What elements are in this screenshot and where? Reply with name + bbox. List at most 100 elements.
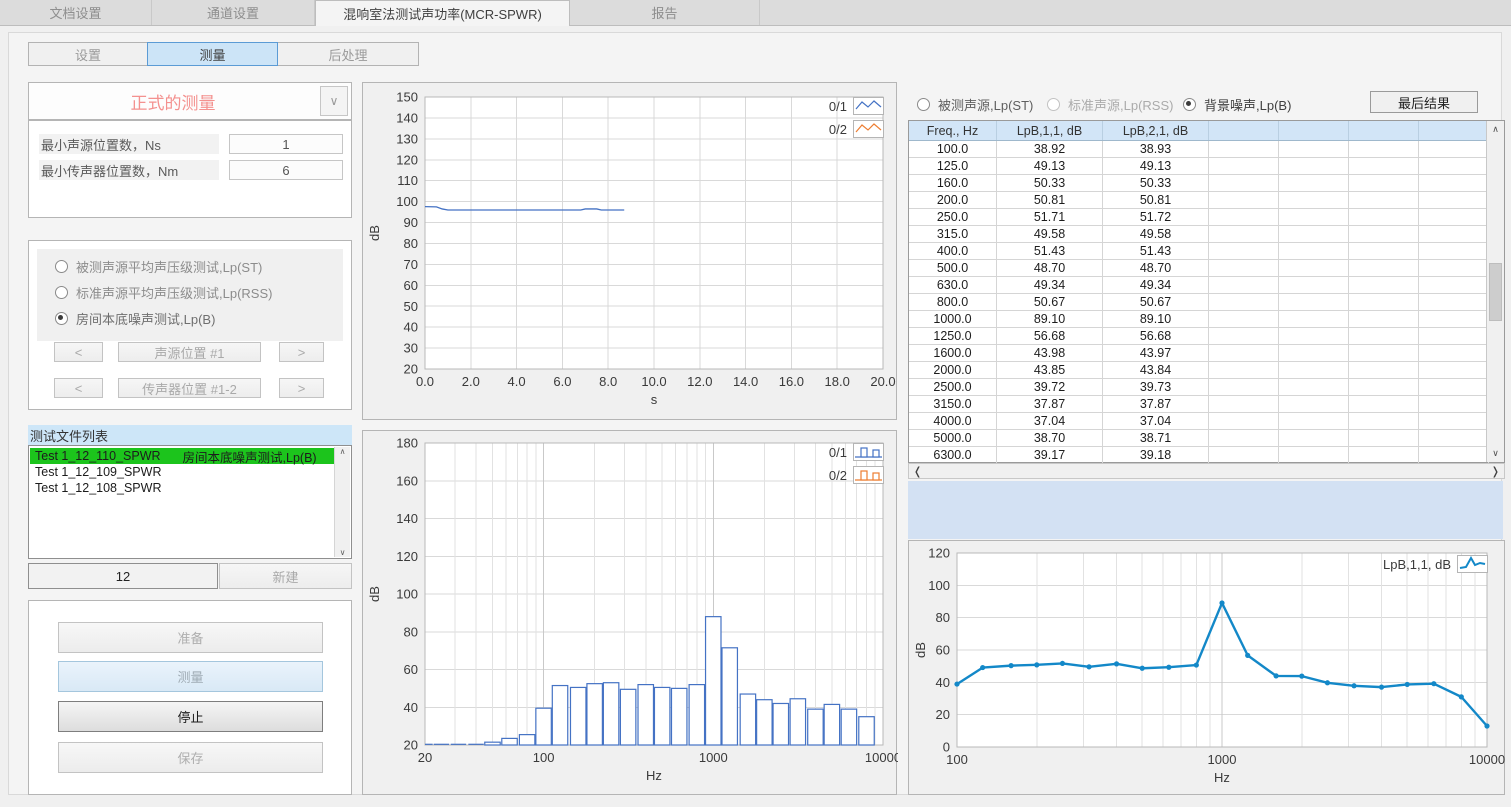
prepare-button[interactable]: 准备 [58,622,323,653]
scroll-left-icon[interactable]: ❬ [913,465,922,478]
min-source-positions-field[interactable]: 1 [229,134,343,154]
file-list-scrollbar[interactable]: ∧ ∨ [334,447,350,557]
source-position-button[interactable]: 声源位置 #1 [118,342,261,362]
min-positions-group: 最小声源位置数，Ns 1 最小传声器位置数，Nm 6 [28,120,352,218]
scroll-down-icon[interactable]: ∨ [1492,448,1499,462]
scroll-up-icon[interactable]: ∧ [340,447,346,456]
svg-text:130: 130 [396,131,418,146]
mic-prev-button[interactable]: < [54,378,103,398]
source-prev-button[interactable]: < [54,342,103,362]
tab-mcr-spwr[interactable]: 混响室法测试声功率(MCR-SPWR) [315,0,570,26]
table-cell: 800.0 [909,294,997,311]
min-mic-positions-label: 最小传声器位置数，Nm [39,160,219,180]
list-item[interactable]: Test 1_12_109_SPWR [30,464,334,480]
stop-button[interactable]: 停止 [58,701,323,732]
table-row[interactable]: 800.050.6750.67 [909,294,1489,311]
tab-channel-settings[interactable]: 通道设置 [152,0,315,25]
radio-circle-icon [1183,98,1196,111]
svg-text:2.0: 2.0 [462,374,480,389]
table-row[interactable]: 1600.043.9843.97 [909,345,1489,362]
table-cell [1349,260,1419,277]
table-row[interactable]: 4000.037.0437.04 [909,413,1489,430]
svg-text:140: 140 [396,511,418,526]
table-cell [1279,430,1349,447]
table-row[interactable]: 2000.043.8543.84 [909,362,1489,379]
table-cell [1209,209,1279,226]
result-radio-lp-b[interactable]: 背景噪声,Lp(B) [1183,95,1291,114]
table-row[interactable]: 400.051.4351.43 [909,243,1489,260]
table-horizontal-scrollbar[interactable]: ❬ ❭ [908,463,1505,479]
duration-field[interactable]: 12 [28,563,218,589]
subtab-postprocess[interactable]: 后处理 [277,42,419,66]
min-mic-positions-field[interactable]: 6 [229,160,343,180]
table-cell [1279,345,1349,362]
save-button[interactable]: 保存 [58,742,323,773]
table-row[interactable]: 3150.037.8737.87 [909,396,1489,413]
measure-button[interactable]: 测量 [58,661,323,692]
measurement-mode-dropdown[interactable]: 正式的测量 ∨ [28,82,352,120]
table-cell [1419,430,1489,447]
table-row[interactable]: 100.038.9238.93 [909,141,1489,158]
subtab-settings[interactable]: 设置 [28,42,148,66]
scrollbar-thumb[interactable] [1489,263,1502,321]
table-cell [1209,430,1279,447]
table-cell: 39.73 [1103,379,1209,396]
table-cell: 56.68 [997,328,1103,345]
final-result-button[interactable]: 最后结果 [1370,91,1478,113]
svg-text:180: 180 [396,436,418,451]
table-row[interactable]: 1000.089.1089.10 [909,311,1489,328]
table-cell: 43.98 [997,345,1103,362]
table-cell [1349,430,1419,447]
result-radio-lp-st[interactable]: 被测声源,Lp(ST) [917,95,1033,114]
table-cell [1209,175,1279,192]
scroll-up-icon[interactable]: ∧ [1492,121,1499,135]
table-cell [1419,311,1489,328]
table-cell [1279,158,1349,175]
table-header-cell: Freq., Hz [909,121,997,140]
svg-text:150: 150 [396,90,418,105]
chevron-down-icon[interactable]: ∨ [320,86,348,116]
table-row[interactable]: 6300.039.1739.18 [909,447,1489,464]
table-row[interactable]: 250.051.7151.72 [909,209,1489,226]
table-row[interactable]: 315.049.5849.58 [909,226,1489,243]
list-item[interactable]: Test 1_12_110_SPWR房间本底噪声测试,Lp(B) [30,448,334,464]
table-row[interactable]: 160.050.3350.33 [909,175,1489,192]
table-cell: 49.58 [997,226,1103,243]
table-cell: 1600.0 [909,345,997,362]
table-cell: 5000.0 [909,430,997,447]
svg-text:100: 100 [928,578,950,593]
table-row[interactable]: 500.048.7048.70 [909,260,1489,277]
mic-next-button[interactable]: > [279,378,324,398]
legend-label: 0/1 [829,99,847,114]
svg-text:20: 20 [404,738,418,753]
subtab-measure[interactable]: 测量 [147,42,278,66]
table-row[interactable]: 5000.038.7038.71 [909,430,1489,447]
radio-lp-st[interactable]: 被测声源平均声压级测试,Lp(ST) [55,257,262,276]
table-vertical-scrollbar[interactable]: ∧ ∨ [1486,121,1504,462]
tab-document-settings[interactable]: 文档设置 [0,0,152,25]
table-cell [1349,328,1419,345]
table-cell: 3150.0 [909,396,997,413]
scroll-down-icon[interactable]: ∨ [340,548,346,557]
table-cell [1419,141,1489,158]
table-row[interactable]: 2500.039.7239.73 [909,379,1489,396]
new-button[interactable]: 新建 [219,563,352,589]
table-row[interactable]: 200.050.8150.81 [909,192,1489,209]
table-row[interactable]: 1250.056.6856.68 [909,328,1489,345]
table-row[interactable]: 125.049.1349.13 [909,158,1489,175]
radio-lp-rss[interactable]: 标准声源平均声压级测试,Lp(RSS) [55,283,272,302]
result-radio-lp-rss[interactable]: 标准声源,Lp(RSS) [1047,95,1173,114]
svg-text:16.0: 16.0 [779,374,804,389]
radio-lp-st-label: 被测声源平均声压级测试,Lp(ST) [76,257,262,276]
source-next-button[interactable]: > [279,342,324,362]
table-cell: 39.18 [1103,447,1209,464]
mic-position-button[interactable]: 传声器位置 #1-2 [118,378,261,398]
table-cell [1279,328,1349,345]
list-item[interactable]: Test 1_12_108_SPWR [30,480,334,496]
tab-report[interactable]: 报告 [570,0,760,25]
radio-lp-b[interactable]: 房间本底噪声测试,Lp(B) [55,309,215,328]
radio-circle-icon [55,260,68,273]
table-row[interactable]: 630.049.3449.34 [909,277,1489,294]
scroll-right-icon[interactable]: ❭ [1491,465,1500,478]
legend-entry: LpB,1,1, dB [1383,555,1488,573]
